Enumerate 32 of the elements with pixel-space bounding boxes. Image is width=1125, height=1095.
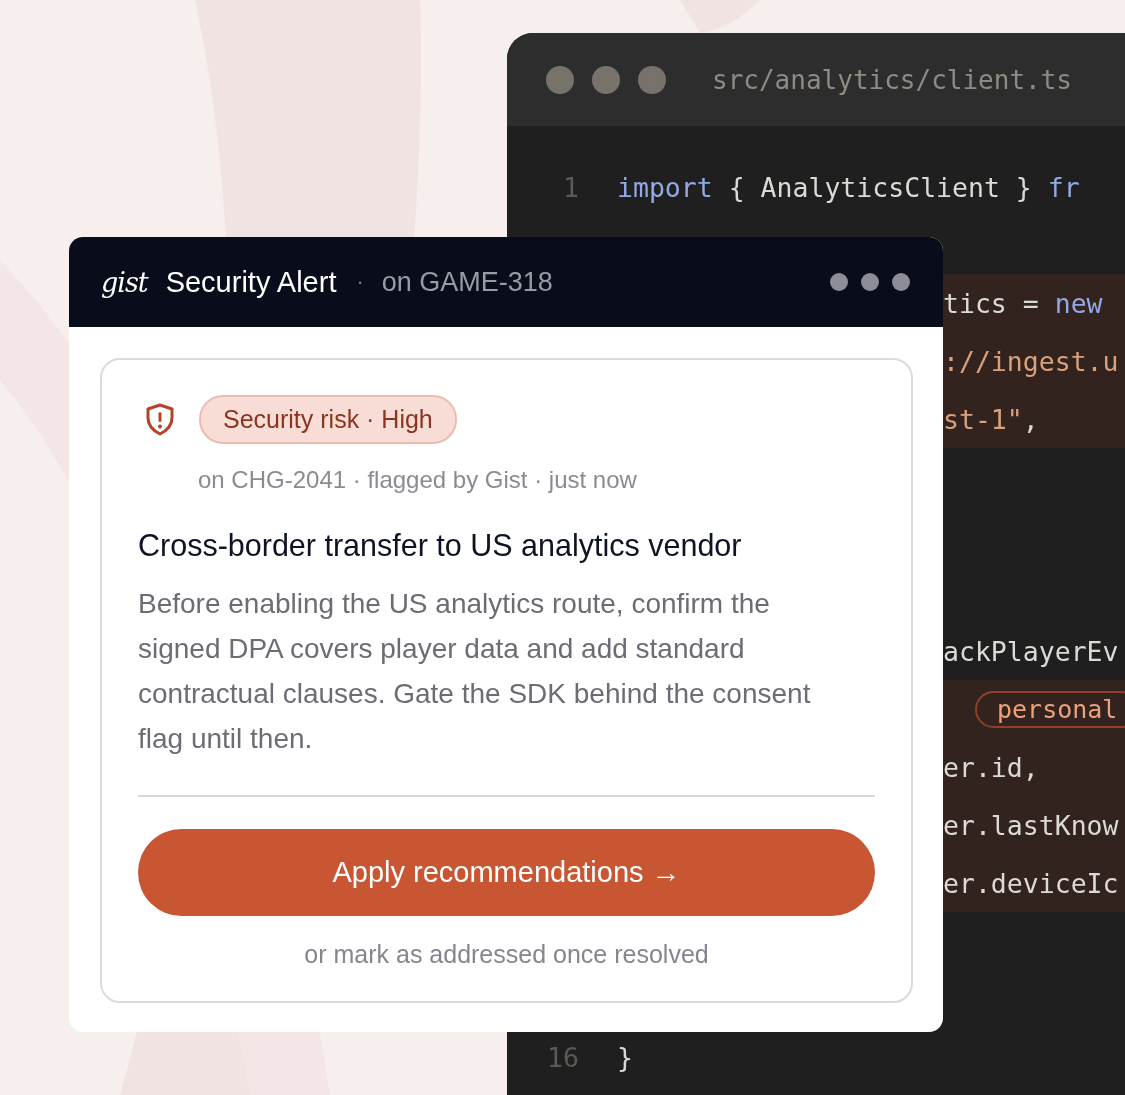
shield-alert-icon xyxy=(146,403,174,436)
code-tag: personal xyxy=(975,690,1125,728)
code-text: er.deviceIc xyxy=(943,867,1119,899)
code-text: { AnalyticsClient } xyxy=(727,171,1033,203)
alert-heading: Cross-border transfer to US analytics vendor xyxy=(138,528,743,563)
code-keyword: import xyxy=(617,171,713,203)
line-number: 1 xyxy=(562,171,579,203)
code-keyword: fr xyxy=(1047,171,1080,203)
apply-button[interactable]: Apply recommendations → xyxy=(138,829,875,916)
code-text: tics = xyxy=(943,287,1040,319)
logo: gist xyxy=(101,266,148,298)
separator-dot: · xyxy=(356,269,364,295)
alert-meta: on CHG-2041 · flagged by Gist · just now xyxy=(198,466,638,494)
code-text: er.id, xyxy=(943,751,1039,783)
issue-reference: on GAME-318 xyxy=(381,266,553,298)
code-text: , xyxy=(1022,403,1039,435)
code-text: er.lastKnow xyxy=(943,809,1119,841)
code-keyword: new xyxy=(1054,287,1103,319)
window-control-dot[interactable] xyxy=(546,65,574,94)
code-text: ackPlayerEv xyxy=(943,635,1119,667)
risk-badge: Security risk · High xyxy=(199,395,457,444)
more-icon[interactable] xyxy=(830,272,912,292)
footnote-text: or mark as addressed once resolved xyxy=(303,940,710,969)
code-string: st-1" xyxy=(943,403,1023,435)
alert-title: Security Alert xyxy=(165,265,337,299)
window-control-dot[interactable] xyxy=(638,65,666,94)
file-name: src/analytics/client.ts xyxy=(712,64,1073,95)
code-string: ://ingest.u xyxy=(943,345,1119,377)
alert-description: Before enabling the US analytics route, confirm the signed DPA covers player data and add standard contractual clauses. Gate the SDK behind the consent flag until then. xyxy=(138,587,812,756)
line-number: 16 xyxy=(546,1041,579,1073)
code-text: } xyxy=(617,1041,633,1073)
window-control-dot[interactable] xyxy=(592,65,620,94)
